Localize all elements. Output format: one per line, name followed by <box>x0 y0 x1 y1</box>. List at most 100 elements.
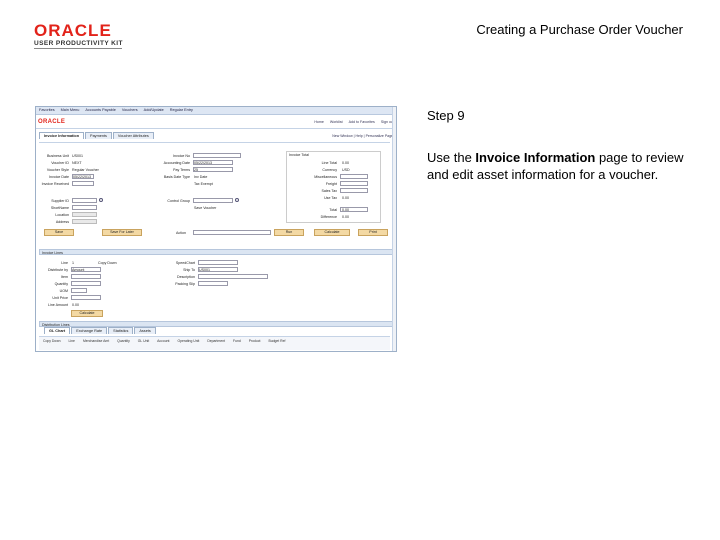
column-header: Copy Down <box>43 339 61 343</box>
logo-subtitle: USER PRODUCTIVITY KIT <box>34 40 123 47</box>
field-label: Invoice No <box>173 154 190 158</box>
save-for-later-button[interactable]: Save For Later <box>102 229 142 236</box>
calculate-button[interactable]: Calculate <box>314 229 350 236</box>
field-label: Line Amount <box>48 303 68 307</box>
sales-tax-input[interactable] <box>340 188 368 193</box>
distribution-grid-header: Copy Down Line Merchandise Amt Quantity … <box>39 336 390 350</box>
save-button[interactable]: Save <box>44 229 74 236</box>
nav-item[interactable]: Accounts Payable <box>85 108 115 113</box>
tab-assets[interactable]: Assets <box>134 327 156 334</box>
nav-item[interactable]: Main Menu <box>61 108 80 113</box>
field-value: 05/22/2013 <box>73 175 91 179</box>
nav-item[interactable]: Add/Update <box>144 108 164 113</box>
column-header: Fund <box>233 339 241 343</box>
tab-gl-chart[interactable]: GL Chart <box>44 327 71 334</box>
unit-price-input[interactable] <box>71 295 101 300</box>
nav-item[interactable]: Favorites <box>39 108 55 113</box>
field-label: Invoice Received <box>41 182 69 186</box>
speedchart-input[interactable] <box>198 260 238 265</box>
field-label: Business Unit <box>47 154 69 158</box>
action-select[interactable] <box>193 230 271 235</box>
lookup-icon[interactable] <box>99 198 103 202</box>
instruction-prefix: Use the <box>427 150 476 165</box>
tab-statistics[interactable]: Statistics <box>108 327 134 334</box>
tab-invoice-information[interactable]: Invoice Information <box>39 132 85 139</box>
pay-terms-input[interactable] <box>193 167 233 172</box>
header-link[interactable]: Worklist <box>330 120 343 124</box>
field-value: 1 <box>72 261 74 265</box>
calculate-line-button[interactable]: Calculate <box>71 310 103 317</box>
page-utility-links[interactable]: New Window | Help | Personalize Page <box>332 134 396 138</box>
freight-input[interactable] <box>340 181 368 186</box>
shortname-input[interactable] <box>72 205 97 210</box>
save-voucher-checkbox[interactable]: Save Voucher <box>194 206 216 210</box>
column-header: Budget Ref <box>268 339 286 343</box>
column-header: Product <box>248 339 261 343</box>
field-value: 0.00 <box>342 161 349 165</box>
field-value: Amount <box>72 268 85 272</box>
instruction-emphasis: Invoice Information <box>475 150 596 165</box>
field-label: Voucher ID <box>51 161 69 165</box>
column-header: Quantity <box>117 339 130 343</box>
field-value: US001 <box>199 268 210 272</box>
tab-voucher-attributes[interactable]: Voucher Attributes <box>112 132 154 139</box>
invoice-total-title: Invoice Total <box>289 153 309 157</box>
nav-item[interactable]: Regular Entry <box>170 108 193 113</box>
field-label: Voucher Style <box>46 168 69 172</box>
field-label: Freight <box>325 182 337 186</box>
field-label: Item <box>61 275 68 279</box>
print-button[interactable]: Print <box>358 229 388 236</box>
field-label: Line Total <box>321 161 337 165</box>
supplier-id-input[interactable] <box>72 198 97 203</box>
tax-exempt-checkbox[interactable]: Tax Exempt <box>194 182 213 186</box>
logo-brand: ORACLE <box>34 21 112 40</box>
invoice-received-input[interactable] <box>72 181 94 186</box>
nav-item[interactable]: Vouchers <box>122 108 138 113</box>
address-input[interactable] <box>72 219 97 224</box>
field-value: 0.00 <box>342 215 349 219</box>
column-header: Line <box>68 339 75 343</box>
lookup-icon[interactable] <box>235 198 239 202</box>
field-value: Regular Voucher <box>72 168 99 172</box>
distribution-tabs: GL Chart Exchange Rate Statistics Assets <box>44 327 157 334</box>
field-label: Use Tax <box>324 196 337 200</box>
uom-input[interactable] <box>71 288 87 293</box>
item-input[interactable] <box>71 274 101 279</box>
field-label: Packing Slip <box>175 282 195 286</box>
app-screenshot: Favorites Main Menu Accounts Payable Vou… <box>35 106 397 352</box>
field-label: Difference <box>320 215 337 219</box>
packing-slip-input[interactable] <box>198 281 228 286</box>
description-input[interactable] <box>198 274 268 279</box>
field-label: Pay Terms <box>173 168 190 172</box>
field-label: Basis Date Type <box>163 175 190 179</box>
quantity-input[interactable] <box>71 281 101 286</box>
invoice-no-input[interactable] <box>193 153 241 158</box>
control-group-input[interactable] <box>193 198 233 203</box>
header-link[interactable]: Add to Favorites <box>349 120 375 124</box>
column-header: GL Unit <box>137 339 150 343</box>
app-nav-bar: Favorites Main Menu Accounts Payable Vou… <box>36 107 396 115</box>
field-label: Line <box>61 261 68 265</box>
field-label: UOM <box>59 289 68 293</box>
field-value: 0.00 <box>342 208 349 212</box>
tab-exchange-rate[interactable]: Exchange Rate <box>71 327 108 334</box>
header-link[interactable]: Home <box>314 120 324 124</box>
app-header: ORACLE Home Worklist Add to Favorites Si… <box>36 115 396 129</box>
field-label: Supplier ID <box>51 199 69 203</box>
run-button[interactable]: Run <box>274 229 304 236</box>
location-input[interactable] <box>72 212 97 217</box>
vertical-scrollbar[interactable] <box>392 107 396 351</box>
logo-divider <box>34 48 122 49</box>
oracle-upk-logo: ORACLE USER PRODUCTIVITY KIT <box>34 22 123 47</box>
field-label: Currency <box>322 168 337 172</box>
column-header: Department <box>207 339 226 343</box>
copy-down-checkbox[interactable]: Copy Down <box>98 261 117 265</box>
tab-payments[interactable]: Payments <box>85 132 112 139</box>
field-value: 25 <box>194 168 198 172</box>
field-value: Inv Date <box>194 175 208 179</box>
app-brand: ORACLE <box>38 118 66 125</box>
page-tabs: Invoice Information Payments Voucher Att… <box>36 131 396 140</box>
field-label: Invoice Date <box>49 175 69 179</box>
document-title: Creating a Purchase Order Voucher <box>476 22 683 37</box>
misc-input[interactable] <box>340 174 368 179</box>
